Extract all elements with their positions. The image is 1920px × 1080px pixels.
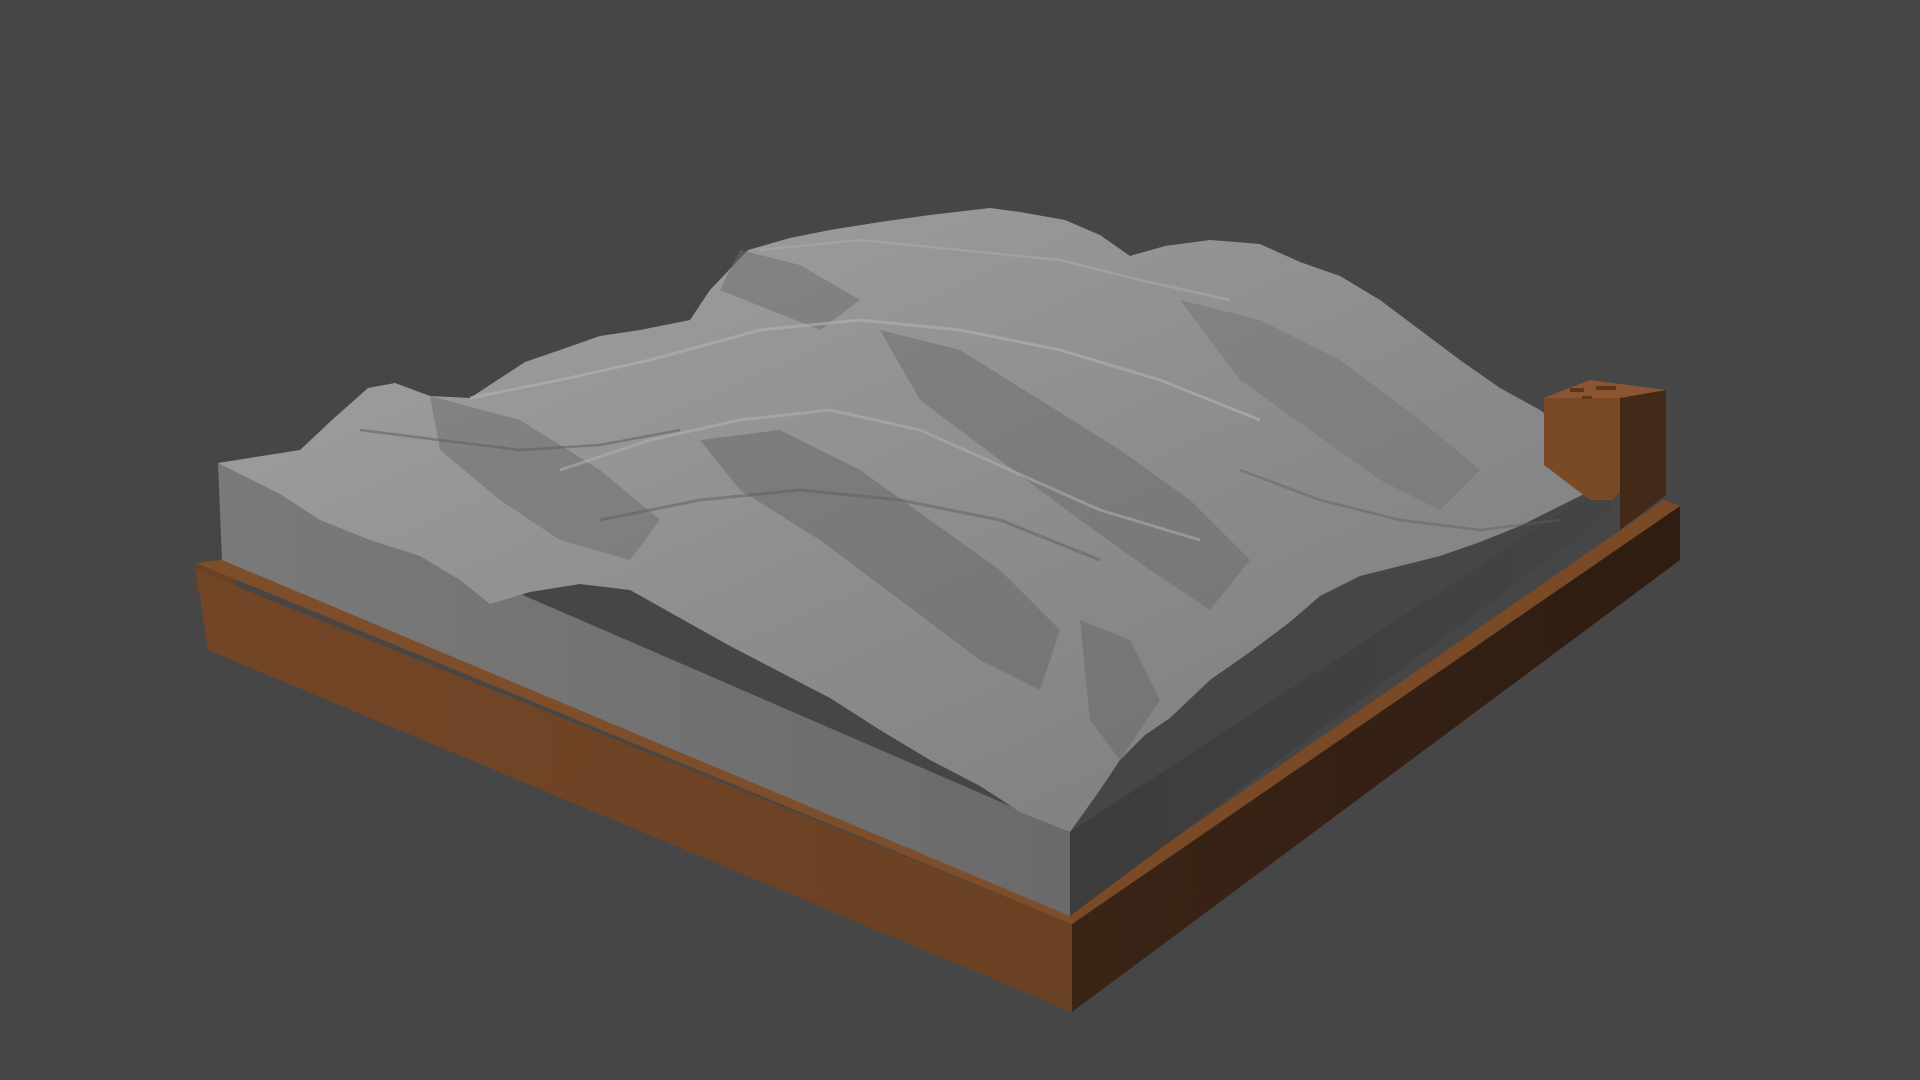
label-tag-engraving-1: [1570, 388, 1584, 392]
terrain-scene: [196, 208, 1680, 1012]
3d-viewport[interactable]: [0, 0, 1920, 1080]
label-tag-engraving-2: [1596, 386, 1616, 390]
label-tag-engraving-3: [1582, 396, 1592, 399]
